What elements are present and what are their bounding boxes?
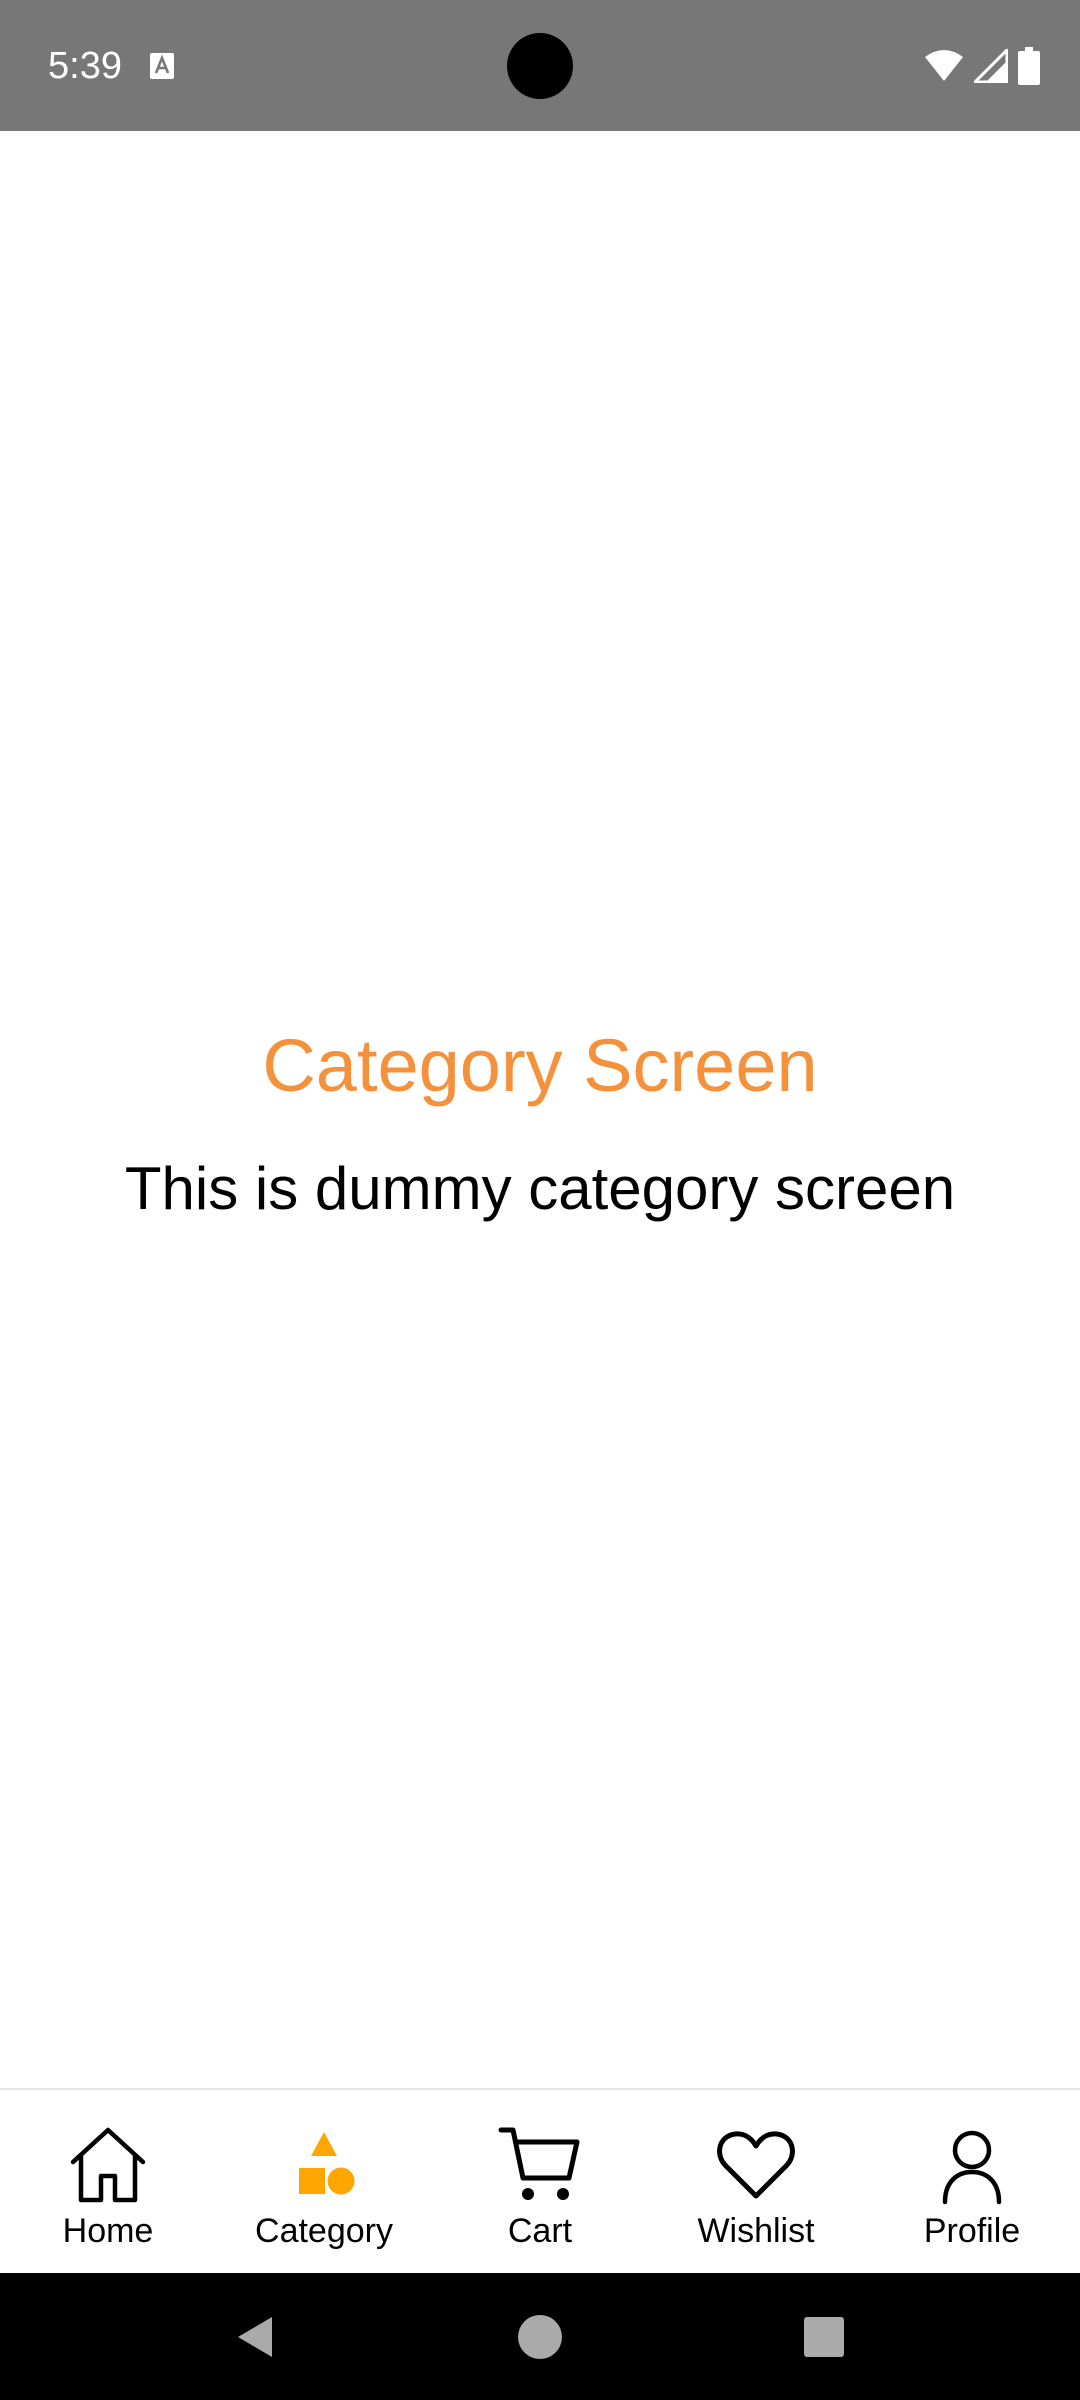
system-navigation-bar	[0, 2273, 1080, 2400]
status-icons	[924, 46, 1040, 86]
status-time: 5:39	[48, 45, 122, 87]
nav-label-wishlist: Wishlist	[697, 2212, 815, 2250]
page-subtitle: This is dummy category screen	[124, 1155, 956, 1222]
main-content: Category Screen This is dummy category s…	[0, 131, 1080, 2088]
nav-item-wishlist[interactable]: Wishlist	[648, 2090, 864, 2273]
status-bar: 5:39	[0, 0, 1080, 131]
app-screen: 5:39 Category Screen This is dummy categ…	[0, 0, 1080, 2400]
nav-label-profile: Profile	[923, 2212, 1021, 2250]
profile-icon	[942, 2130, 1002, 2205]
cart-icon	[498, 2127, 580, 2200]
notification-a-icon	[150, 53, 174, 79]
nav-item-home[interactable]: Home	[0, 2090, 216, 2273]
nav-label-home: Home	[62, 2212, 154, 2250]
home-circle-icon[interactable]	[516, 2313, 564, 2361]
nav-label-cart: Cart	[507, 2212, 573, 2250]
wifi-icon	[925, 50, 963, 81]
bottom-navigation: Home Category Cart Wishlist Profile	[0, 2088, 1080, 2273]
cellular-icon	[974, 49, 1008, 83]
battery-icon	[1018, 47, 1040, 85]
page-title: Category Screen	[262, 1024, 818, 1107]
nav-item-category[interactable]: Category	[216, 2090, 432, 2273]
recents-icon[interactable]	[800, 2313, 848, 2361]
nav-label-category: Category	[255, 2212, 393, 2250]
camera-cutout	[507, 33, 573, 99]
back-icon[interactable]	[232, 2313, 280, 2361]
heart-icon	[717, 2131, 795, 2199]
home-icon	[70, 2127, 146, 2203]
category-shapes-icon	[299, 2132, 355, 2195]
nav-item-cart[interactable]: Cart	[432, 2090, 648, 2273]
nav-item-profile[interactable]: Profile	[864, 2090, 1080, 2273]
